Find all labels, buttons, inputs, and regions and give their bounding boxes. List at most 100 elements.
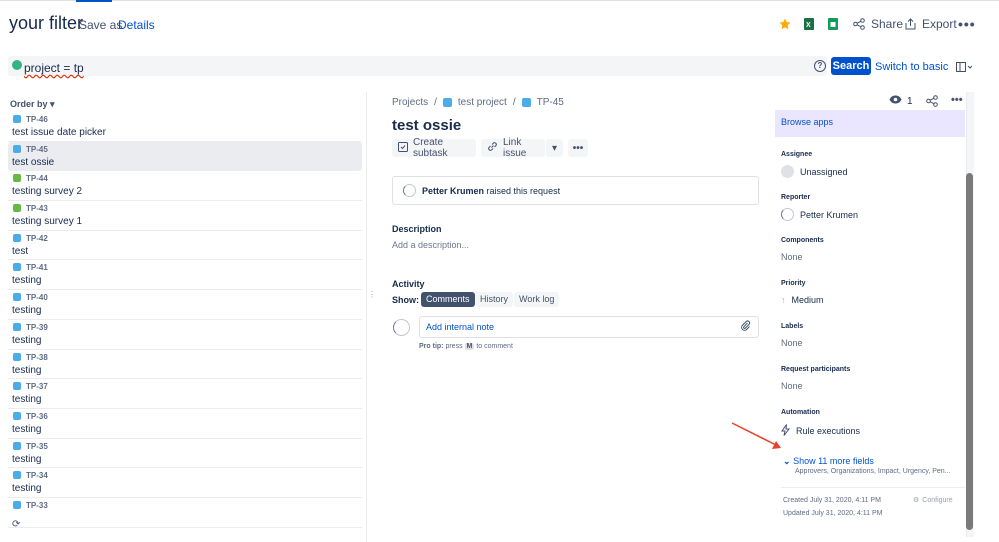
task-type-icon — [13, 441, 21, 450]
components-value[interactable]: None — [781, 252, 803, 262]
save-as-button[interactable]: Save as — [79, 18, 122, 32]
participants-label: Request participants — [781, 366, 851, 373]
list-item[interactable]: TP-34 testing — [8, 468, 362, 498]
list-item[interactable]: TP-41 testing — [8, 260, 362, 291]
share-button[interactable]: Share — [853, 16, 903, 32]
share-icon — [853, 18, 865, 30]
issue-summary: testing — [12, 423, 42, 435]
svg-text:X: X — [806, 22, 811, 29]
reporter-field[interactable]: Petter Krumen — [781, 208, 858, 221]
participants-value[interactable]: None — [781, 381, 803, 391]
configure-button[interactable]: ⚙ Configure — [913, 496, 953, 505]
attachment-icon[interactable] — [740, 320, 751, 334]
assignee-label: Assignee — [781, 151, 813, 158]
list-item[interactable]: TP-35 testing — [8, 439, 362, 469]
link-issue-label: Link issue — [503, 137, 527, 159]
breadcrumb-project[interactable]: test project — [458, 97, 507, 108]
create-subtask-button[interactable]: Create subtask — [392, 137, 476, 159]
more-panel-actions-icon[interactable]: ••• — [951, 94, 963, 106]
reporter-name[interactable]: Petter Krumen — [422, 186, 484, 196]
raised-suffix: raised this request — [486, 186, 561, 196]
search-button[interactable]: Search — [831, 57, 871, 75]
refresh-icon[interactable]: ⟳ — [12, 519, 20, 530]
labels-value[interactable]: None — [781, 338, 803, 348]
list-item[interactable]: TP-46 test issue date picker — [8, 112, 362, 142]
export-button[interactable]: Export — [905, 16, 957, 32]
list-item[interactable]: TP-40 testing — [8, 290, 362, 320]
issue-summary: testing — [12, 275, 42, 287]
tab-work-log[interactable]: Work log — [514, 292, 560, 307]
issue-summary: test issue date picker — [12, 127, 106, 138]
description-field[interactable]: Add a description... — [392, 240, 469, 250]
layout-switcher-icon[interactable] — [956, 61, 973, 72]
issue-key: TP-35 — [26, 441, 48, 451]
issue-key: TP-39 — [26, 322, 48, 332]
help-icon[interactable]: ? — [814, 60, 826, 72]
active-nav-indicator — [76, 0, 112, 2]
share-icon[interactable] — [926, 95, 938, 110]
valid-query-icon — [12, 60, 22, 70]
list-item[interactable]: TP-33 — [8, 498, 362, 528]
list-item[interactable]: TP-38 testing — [8, 350, 362, 380]
issue-summary: testing — [12, 364, 42, 376]
priority-medium-icon: ↑ — [781, 295, 786, 305]
star-icon[interactable] — [779, 16, 791, 32]
link-issue-dropdown[interactable]: ▾ — [546, 139, 563, 157]
issue-title[interactable]: test ossie — [392, 117, 461, 134]
priority-field[interactable]: ↑ Medium — [781, 295, 824, 305]
browse-apps-link[interactable]: Browse apps — [781, 117, 833, 127]
issue-key: TP-33 — [26, 500, 48, 510]
order-by-button[interactable]: Order by ▾ — [10, 99, 55, 110]
components-label: Components — [781, 237, 824, 244]
panel-divider — [366, 92, 367, 542]
rule-executions-link[interactable]: Rule executions — [781, 424, 860, 438]
tab-history[interactable]: History — [475, 292, 514, 307]
link-issue-button[interactable]: Link issue — [481, 137, 545, 159]
list-item[interactable]: TP-42 test — [8, 231, 362, 261]
more-actions-icon[interactable]: ••• — [958, 16, 976, 32]
sheets-export-icon[interactable] — [828, 16, 838, 32]
list-item[interactable]: TP-45 test ossie — [8, 141, 362, 172]
breadcrumb-issue-key[interactable]: TP-45 — [537, 97, 564, 108]
jql-input[interactable]: project = tp — [24, 61, 84, 75]
issue-summary: testing — [12, 394, 42, 406]
raised-text: Petter Krumen raised this request — [422, 186, 560, 196]
more-issue-actions-icon[interactable]: ••• — [568, 139, 588, 157]
watch-button[interactable]: 1 — [889, 95, 913, 107]
annotation-arrow-icon — [731, 422, 781, 449]
excel-export-icon[interactable]: X — [804, 16, 814, 32]
list-item[interactable]: TP-36 testing — [8, 409, 362, 439]
assignee-field[interactable]: Unassigned — [781, 165, 848, 178]
jql-bar[interactable] — [8, 56, 827, 76]
internal-note-placeholder: Add internal note — [426, 322, 495, 332]
resize-handle[interactable]: ⋮ — [368, 290, 376, 299]
list-item[interactable]: TP-43 testing survey 1 — [8, 201, 362, 231]
automation-label: Automation — [781, 409, 820, 416]
issue-summary: testing — [12, 483, 42, 495]
switch-to-basic-link[interactable]: Switch to basic — [875, 61, 948, 73]
list-item[interactable]: TP-37 testing — [8, 379, 362, 409]
show-more-fields-button[interactable]: ⌄ Show 11 more fields — [783, 456, 874, 467]
gear-icon: ⚙ — [913, 497, 920, 504]
list-item[interactable]: TP-44 testing survey 2 — [8, 171, 362, 202]
issue-key: TP-37 — [26, 382, 48, 392]
reporter-label: Reporter — [781, 194, 811, 201]
avatar — [393, 319, 410, 336]
pro-tip-label: Pro tip: — [419, 343, 444, 350]
list-item[interactable]: TP-39 testing — [8, 320, 362, 350]
details-button[interactable]: Details — [118, 18, 155, 32]
scrollbar-thumb[interactable] — [966, 173, 973, 530]
task-type-icon — [13, 293, 21, 302]
tab-comments[interactable]: Comments — [421, 292, 475, 307]
breadcrumb-projects[interactable]: Projects — [392, 97, 428, 108]
issue-key: TP-41 — [26, 263, 48, 273]
issue-summary: testing survey 2 — [12, 186, 83, 198]
issue-summary: testing survey 1 — [12, 216, 83, 228]
reporter-value: Petter Krumen — [800, 209, 859, 220]
breadcrumb: Projects / test project / TP-45 — [392, 97, 564, 108]
chevron-down-icon: ▾ — [551, 142, 558, 154]
shortcut-key: M — [464, 343, 475, 350]
issue-summary: testing — [12, 305, 42, 317]
watch-count: 1 — [907, 95, 913, 107]
chevron-down-icon: ⌄ — [783, 456, 791, 466]
